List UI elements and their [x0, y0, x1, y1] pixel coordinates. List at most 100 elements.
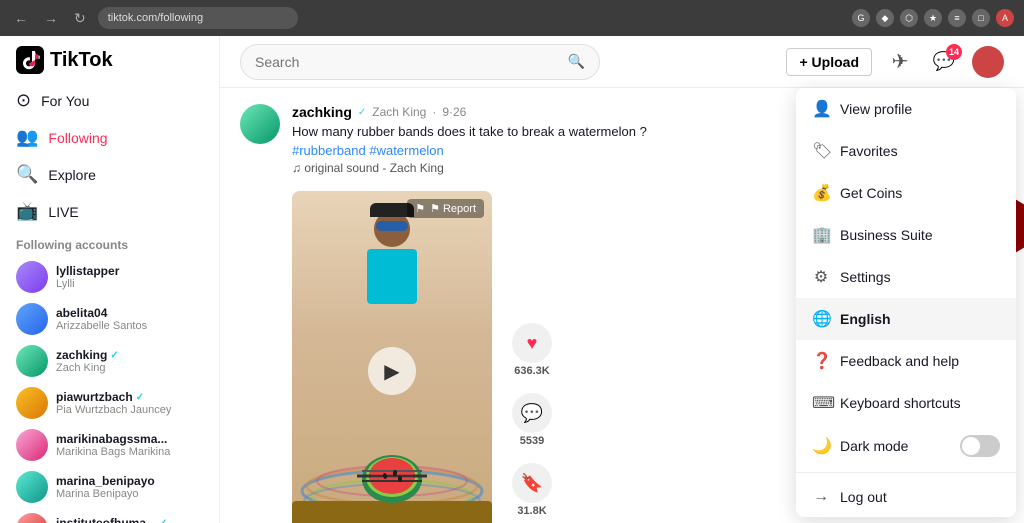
search-bar[interactable]: 🔍 — [240, 44, 600, 80]
video-thumbnail: ▶ ⚑ ⚑ Report ⏸ 🔇 — [292, 191, 492, 523]
post-time: 9·26 — [442, 105, 466, 119]
inbox-button[interactable]: ✈ — [884, 46, 916, 78]
account-handle: Marikina Bags Marikina — [56, 446, 170, 458]
account-info: lyllistapper Lylli — [56, 264, 119, 290]
dropdown-business-suite[interactable]: 🏢 Business Suite — [796, 214, 1016, 256]
ext-icon-1[interactable]: G — [852, 9, 870, 27]
account-name: instituteofhuma... ✓ — [56, 516, 167, 523]
comment-button[interactable]: 💬 5539 — [512, 393, 552, 447]
content-header: 🔍 + Upload ✈ 💬 14 — [220, 36, 1024, 88]
ext-icon-2[interactable]: ◆ — [876, 9, 894, 27]
header-actions: + Upload ✈ 💬 14 — [786, 46, 1004, 78]
explore-icon: 🔍 — [16, 164, 38, 185]
account-name: marina_benipayo — [56, 474, 155, 488]
like-button[interactable]: ♥ 636.3K — [512, 323, 552, 377]
account-instituteofhuma[interactable]: instituteofhuma... ✓ IOHA — [0, 508, 219, 523]
ext-icon-6[interactable]: □ — [972, 9, 990, 27]
ext-icon-4[interactable]: ★ — [924, 9, 942, 27]
comments-count: 5539 — [520, 435, 544, 447]
content-area: 🔍 + Upload ✈ 💬 14 zachking — [220, 36, 1024, 523]
dropdown-settings[interactable]: ⚙ Settings — [796, 256, 1016, 298]
account-handle: Pia Wurtzbach Jauncey — [56, 404, 171, 416]
avatar — [16, 387, 48, 419]
bookmark-button[interactable]: 🔖 31.8K — [512, 463, 552, 517]
account-name: lyllistapper — [56, 264, 119, 278]
video-container[interactable]: ▶ ⚑ ⚑ Report ⏸ 🔇 — [292, 191, 492, 523]
account-handle: Marina Benipayo — [56, 488, 155, 500]
account-abelita04[interactable]: abelita04 Arizzabelle Santos — [0, 298, 219, 340]
action-buttons: ♥ 636.3K 💬 5539 🔖 31.8K — [512, 323, 552, 523]
dropdown-menu: 👤 View profile 🏷 Favorites 💰 Get Coins 🏢… — [796, 88, 1016, 517]
search-input[interactable] — [255, 54, 560, 70]
avatar — [16, 345, 48, 377]
search-icon: 🔍 — [568, 53, 585, 70]
comment-icon: 💬 — [512, 393, 552, 433]
post-avatar[interactable] — [240, 104, 280, 144]
avatar — [16, 513, 48, 523]
nav-explore[interactable]: 🔍 Explore — [0, 156, 219, 193]
business-icon: 🏢 — [812, 225, 830, 245]
dropdown-dark-mode[interactable]: 🌙 Dark mode — [796, 424, 1016, 468]
dropdown-view-profile[interactable]: 👤 View profile — [796, 88, 1016, 130]
logo-text: TikTok — [50, 49, 113, 72]
nav-for-you[interactable]: ⊙ For You — [0, 82, 219, 119]
url-bar[interactable]: tiktok.com/following — [98, 7, 298, 29]
bookmarks-count: 31.8K — [517, 505, 546, 517]
post-separator: · — [432, 105, 436, 119]
dropdown-keyboard-shortcuts[interactable]: ⌨ Keyboard shortcuts — [796, 382, 1016, 424]
real-name: Zach King — [372, 105, 426, 119]
ext-icon-3[interactable]: ⬡ — [900, 9, 918, 27]
home-icon: ⊙ — [16, 90, 31, 111]
browser-profile-avatar[interactable]: A — [996, 9, 1014, 27]
nav-following[interactable]: 👥 Following — [0, 119, 219, 156]
back-button[interactable]: ← — [10, 8, 32, 28]
verified-badge: ✓ — [358, 107, 366, 118]
account-lyllistapper[interactable]: lyllistapper Lylli — [0, 256, 219, 298]
browser-bar: ← → ↻ tiktok.com/following G ◆ ⬡ ★ ≡ □ A — [0, 0, 1024, 36]
bookmark-icon: 🔖 — [512, 463, 552, 503]
sidebar-logo[interactable]: TikTok — [0, 36, 219, 82]
live-icon: 📺 — [16, 201, 38, 222]
help-icon: ❓ — [812, 351, 830, 371]
nav-live[interactable]: 📺 LIVE — [0, 193, 219, 230]
account-info: marina_benipayo Marina Benipayo — [56, 474, 155, 500]
account-info: marikinabagssma... Marikina Bags Marikin… — [56, 432, 170, 458]
dropdown-favorites[interactable]: 🏷 Favorites — [796, 130, 1016, 172]
account-piawurtzbach[interactable]: piawurtzbach ✓ Pia Wurtzbach Jauncey — [0, 382, 219, 424]
nav-following-label: Following — [48, 130, 107, 146]
upload-button[interactable]: + Upload — [786, 48, 872, 76]
post-username[interactable]: zachking — [292, 104, 352, 120]
moon-icon: 🌙 — [812, 436, 830, 456]
dropdown-english[interactable]: 🌐 English — [796, 298, 1016, 340]
dropdown-feedback[interactable]: ❓ Feedback and help — [796, 340, 1016, 382]
play-button[interactable]: ▶ — [368, 347, 416, 395]
user-avatar[interactable] — [972, 46, 1004, 78]
dropdown-get-coins[interactable]: 💰 Get Coins — [796, 172, 1016, 214]
report-button[interactable]: ⚑ ⚑ Report — [407, 199, 484, 218]
account-info: instituteofhuma... ✓ IOHA — [56, 516, 167, 523]
account-info: piawurtzbach ✓ Pia Wurtzbach Jauncey — [56, 390, 171, 416]
dropdown-logout[interactable]: → Log out — [796, 477, 1016, 517]
account-zachking[interactable]: zachking ✓ Zach King — [0, 340, 219, 382]
account-name: marikinabagssma... — [56, 432, 170, 446]
account-info: zachking ✓ Zach King — [56, 348, 119, 374]
avatar — [16, 303, 48, 335]
dark-mode-toggle[interactable] — [960, 435, 1000, 457]
report-label: ⚑ Report — [430, 202, 476, 215]
refresh-button[interactable]: ↻ — [70, 8, 90, 29]
verified-badge: ✓ — [136, 392, 144, 403]
favorites-icon: 🏷 — [812, 141, 830, 161]
nav-for-you-label: For You — [41, 93, 89, 109]
account-marikinabags[interactable]: marikinabagssma... Marikina Bags Marikin… — [0, 424, 219, 466]
nav-explore-label: Explore — [48, 167, 95, 183]
account-marina-benipayo[interactable]: marina_benipayo Marina Benipayo — [0, 466, 219, 508]
following-icon: 👥 — [16, 127, 38, 148]
tiktok-logo-icon — [16, 46, 44, 74]
verified-badge: ✓ — [159, 518, 167, 523]
notifications-button[interactable]: 💬 14 — [928, 46, 960, 78]
nav-live-label: LIVE — [48, 204, 78, 220]
forward-button[interactable]: → — [40, 8, 62, 28]
account-handle: Lylli — [56, 278, 119, 290]
ext-icon-5[interactable]: ≡ — [948, 9, 966, 27]
account-name: zachking ✓ — [56, 348, 119, 362]
